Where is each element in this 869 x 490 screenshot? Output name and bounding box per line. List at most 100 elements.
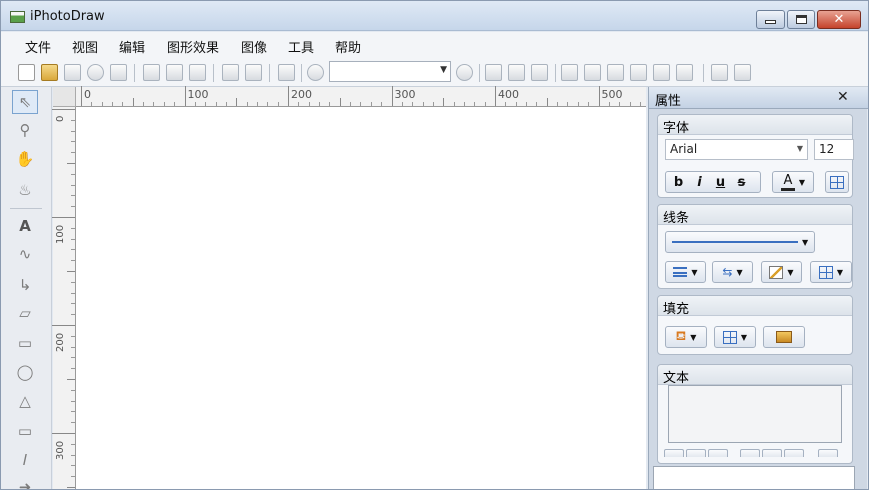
ruler-tick: [536, 102, 538, 106]
fit-width-icon[interactable]: [508, 64, 525, 81]
line-grid-button[interactable]: ▼: [810, 261, 852, 283]
redo-icon[interactable]: [245, 64, 262, 81]
tool-panel: ⇖ ⚲ ✋ ♨ A ∿ ↳ ▱ ▭ ◯ △ ▭ 𝐼 ➜: [1, 87, 52, 489]
open-folder-icon[interactable]: [41, 64, 58, 81]
ruler-tick: [567, 102, 569, 106]
line-style-select[interactable]: ▼: [665, 231, 815, 253]
align-center-icon[interactable]: [584, 64, 601, 81]
export-icon[interactable]: [110, 64, 127, 81]
zoom-combo[interactable]: ▼: [329, 61, 451, 82]
maximize-button[interactable]: [787, 10, 815, 29]
align-right-icon[interactable]: [607, 64, 624, 81]
align-bottom-icon[interactable]: [676, 64, 693, 81]
fill-color-button[interactable]: ⛾ ▼: [665, 326, 707, 348]
group-icon[interactable]: [711, 64, 728, 81]
copy-icon[interactable]: [166, 64, 183, 81]
menu-view[interactable]: 视图: [72, 37, 98, 56]
text-content-box[interactable]: [668, 385, 842, 443]
strikethrough-button[interactable]: s: [731, 175, 752, 190]
arrow-style-button[interactable]: ⇆ ▼: [712, 261, 753, 283]
ruler-tick: [546, 98, 548, 106]
text-cursor-tool[interactable]: 𝐼: [12, 448, 38, 472]
text-border-button[interactable]: [825, 171, 849, 193]
polygon-tool[interactable]: ▱: [12, 301, 38, 325]
valign-bottom-button[interactable]: [784, 449, 804, 457]
fill-tool[interactable]: ♨: [12, 178, 38, 202]
new-document-icon[interactable]: [18, 64, 35, 81]
undo-icon[interactable]: [222, 64, 239, 81]
align-right-button[interactable]: [708, 449, 728, 457]
callout-tool[interactable]: ▭: [12, 419, 38, 443]
toolbar-separator: [479, 64, 480, 82]
horizontal-ruler: 0 100 200 300 400 500: [76, 86, 646, 107]
grid-icon: [818, 265, 833, 279]
fill-pattern-button[interactable]: ▼: [714, 326, 756, 348]
arrow-tool[interactable]: ➜: [12, 475, 38, 489]
text-tool[interactable]: A: [12, 214, 38, 238]
fit-page-icon[interactable]: [485, 64, 502, 81]
align-top-icon[interactable]: [630, 64, 647, 81]
fill-image-button[interactable]: [763, 326, 805, 348]
align-left-button[interactable]: [664, 449, 684, 457]
line-color-button[interactable]: ▼: [761, 261, 802, 283]
font-color-button[interactable]: A ▼: [772, 171, 814, 193]
ruler-tick: [246, 102, 248, 106]
fit-selection-icon[interactable]: [531, 64, 548, 81]
underline-button[interactable]: u: [710, 175, 731, 190]
valign-middle-button[interactable]: [762, 449, 782, 457]
italic-button[interactable]: i: [689, 175, 710, 190]
align-middle-icon[interactable]: [653, 64, 670, 81]
ruler-tick: [350, 102, 352, 106]
ruler-tick: [71, 422, 75, 424]
properties-close-icon[interactable]: ✕: [837, 89, 849, 105]
ruler-tick: [526, 102, 528, 106]
freehand-tool[interactable]: ∿: [12, 242, 38, 266]
triangle-tool[interactable]: △: [12, 389, 38, 413]
line-weight-button[interactable]: ▼: [665, 261, 706, 283]
connector-tool[interactable]: ↳: [12, 273, 38, 297]
menu-help[interactable]: 帮助: [335, 37, 361, 56]
ruler-tick: [443, 98, 445, 106]
menu-image[interactable]: 图像: [241, 37, 267, 56]
align-center-button[interactable]: [686, 449, 706, 457]
bold-button[interactable]: b: [668, 175, 689, 190]
text-wrap-button[interactable]: [818, 449, 838, 457]
font-size-field[interactable]: 12: [814, 139, 854, 160]
menu-bar: 文件 视图 编辑 图形效果 图像 工具 帮助: [1, 32, 868, 59]
menu-tools[interactable]: 工具: [288, 37, 314, 56]
menu-file[interactable]: 文件: [25, 37, 51, 56]
align-left-icon[interactable]: [561, 64, 578, 81]
page-icon[interactable]: [278, 64, 295, 81]
save-icon[interactable]: [64, 64, 81, 81]
ruler-tick: [422, 102, 424, 106]
ruler-tick: [81, 86, 82, 106]
select-tool[interactable]: ⇖: [12, 90, 38, 114]
zoom-icon[interactable]: [307, 64, 324, 81]
grid-icon: [722, 330, 737, 344]
menu-effects[interactable]: 图形效果: [167, 37, 219, 56]
chevron-down-icon: ▼: [802, 237, 809, 247]
ruler-tick: [71, 443, 75, 445]
ruler-tick: [101, 102, 103, 106]
paste-icon[interactable]: [189, 64, 206, 81]
font-group-title: 字体: [658, 115, 852, 136]
ruler-tick: [71, 411, 75, 413]
font-family-select[interactable]: Arial ▼: [665, 139, 808, 160]
globe-icon[interactable]: [87, 64, 104, 81]
cut-icon[interactable]: [143, 64, 160, 81]
close-button[interactable]: ✕: [817, 10, 861, 29]
ellipse-tool[interactable]: ◯: [12, 360, 38, 384]
menu-edit[interactable]: 编辑: [119, 37, 145, 56]
rectangle-tool[interactable]: ▭: [12, 331, 38, 355]
ruler-tick: [71, 119, 75, 121]
pan-tool[interactable]: ✋: [12, 147, 38, 171]
valign-top-button[interactable]: [740, 449, 760, 457]
ungroup-icon[interactable]: [734, 64, 751, 81]
ruler-tick: [319, 102, 321, 106]
zoom-tool[interactable]: ⚲: [12, 118, 38, 142]
minimize-button[interactable]: [756, 10, 785, 29]
drawing-canvas[interactable]: [76, 107, 646, 489]
chevron-down-icon: ▼: [740, 332, 748, 342]
zoom-go-icon[interactable]: [456, 64, 473, 81]
properties-panel: 属性 ✕ 字体 Arial ▼ 12 b i u s A ▼ 线条 ▼ ▼ ⇆ …: [648, 87, 868, 489]
